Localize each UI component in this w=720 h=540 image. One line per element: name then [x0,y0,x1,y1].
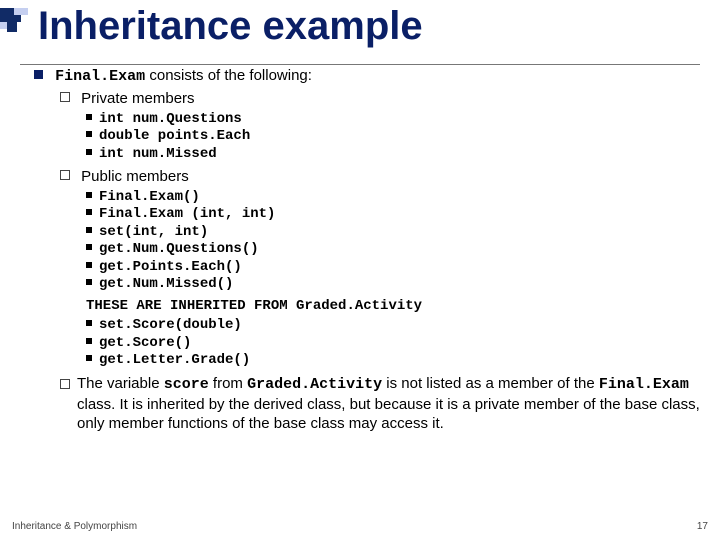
public-members-heading: Public members Final.Exam() Final.Exam (… [60,167,702,370]
public-item: get.Letter.Grade() [86,352,702,370]
public-item: get.Points.Each() [86,259,702,277]
private-members-label: Private members [81,90,194,107]
note-text: The variable [77,375,164,392]
public-item: get.Num.Questions() [86,241,702,259]
lead-code: Final.Exam [55,68,145,85]
private-item: int num.Missed [86,146,702,164]
public-item: get.Num.Missed() [86,276,702,294]
note-text: class. It is inherited by the derived cl… [77,396,700,433]
slide-body: Final.Exam consists of the following: Pr… [34,66,702,436]
footer-topic: Inheritance & Polymorphism [12,521,137,532]
lead-text: consists of the following: [145,67,312,84]
score-note: The variable score from Graded.Activity … [60,374,702,434]
public-members-label: Public members [81,168,189,185]
decorative-squares [0,8,30,42]
public-item: set(int, int) [86,224,702,242]
private-item: int num.Questions [86,111,702,129]
public-item: Final.Exam (int, int) [86,206,702,224]
lead-bullet: Final.Exam consists of the following: Pr… [34,66,702,434]
title-rule [20,64,700,65]
note-code: Graded.Activity [247,376,382,393]
private-members-heading: Private members int num.Questions double… [60,89,702,163]
public-item: Final.Exam() [86,189,702,207]
private-item: double points.Each [86,128,702,146]
note-text: from [213,375,247,392]
note-code: score [164,376,209,393]
note-code: Final.Exam [599,376,689,393]
slide-number: 17 [697,521,708,532]
note-text: is not listed as a member of the [386,375,599,392]
public-item: set.Score(double) [86,317,702,335]
public-item: get.Score() [86,335,702,353]
inherited-note: THESE ARE INHERITED FROM Graded.Activity [86,298,702,316]
slide-title: Inheritance example [38,4,423,49]
